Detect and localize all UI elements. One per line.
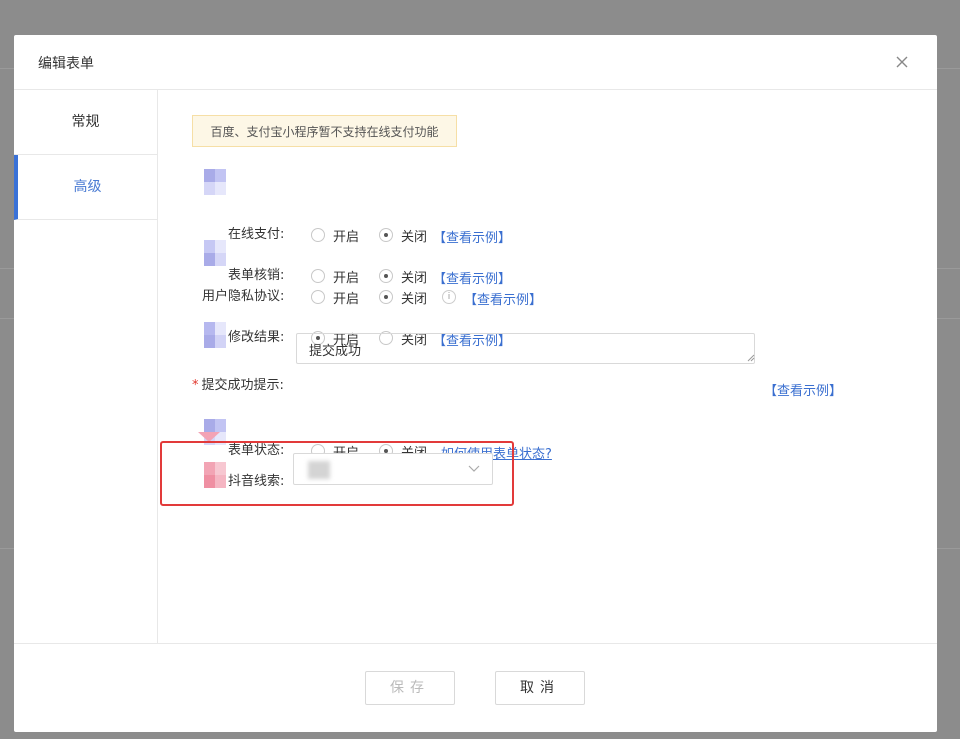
dialog-header: 编辑表单 [14,35,937,90]
form-verify-thumbnail-icon [204,240,226,266]
success-tip-label: * 提交成功提示: [192,378,284,393]
success-tip-textarea[interactable]: 提交成功 [296,333,755,364]
payment-notice: 百度、支付宝小程序暂不支持在线支付功能 [192,115,457,147]
privacy-example-link[interactable]: 【查看示例】 [464,289,542,308]
dialog-title: 编辑表单 [38,56,94,72]
radio-circle [379,269,393,283]
advanced-settings-panel: 百度、支付宝小程序暂不支持在线支付功能 在线支付: 开启 关闭 【查看示例】 表… [158,90,937,643]
sidebar: 常规 高级 [14,90,158,643]
edit-form-dialog: 编辑表单 常规 高级 百度、支付宝小程序暂不支持在线支付功能 在线支付: 开启 … [14,35,937,732]
tab-general[interactable]: 常规 [14,90,157,155]
online-payment-radio-on[interactable]: 开启 [311,223,359,247]
cancel-button[interactable]: 取消 [495,671,585,705]
dialog-footer: 保存 取消 [14,643,937,732]
online-payment-example-link[interactable]: 【查看示例】 [433,227,511,246]
save-button[interactable]: 保存 [365,671,455,705]
modify-result-thumbnail-icon [204,322,226,348]
online-payment-radio-off[interactable]: 关闭 [379,223,427,247]
close-icon[interactable] [891,51,913,73]
modify-result-label: 修改结果: [228,330,285,345]
tab-advanced[interactable]: 高级 [14,155,157,220]
privacy-radio-off[interactable]: 关闭 [379,285,427,309]
info-icon[interactable]: i [442,290,456,304]
radio-circle [311,228,325,242]
success-tip-example-link[interactable]: 【查看示例】 [764,380,842,399]
online-payment-label: 在线支付: [228,227,285,242]
form-verify-label: 表单核销: [228,268,285,283]
form-verify-example-link[interactable]: 【查看示例】 [433,268,511,287]
highlight-box [160,441,514,506]
resize-handle-icon[interactable] [747,354,755,362]
online-payment-thumbnail-icon [204,169,226,195]
privacy-radio-on[interactable]: 开启 [311,285,359,309]
radio-circle [311,269,325,283]
required-marker: * [192,378,199,393]
radio-circle [379,228,393,242]
privacy-label: 用户隐私协议: [202,289,285,304]
radio-circle [311,290,325,304]
radio-circle [379,290,393,304]
